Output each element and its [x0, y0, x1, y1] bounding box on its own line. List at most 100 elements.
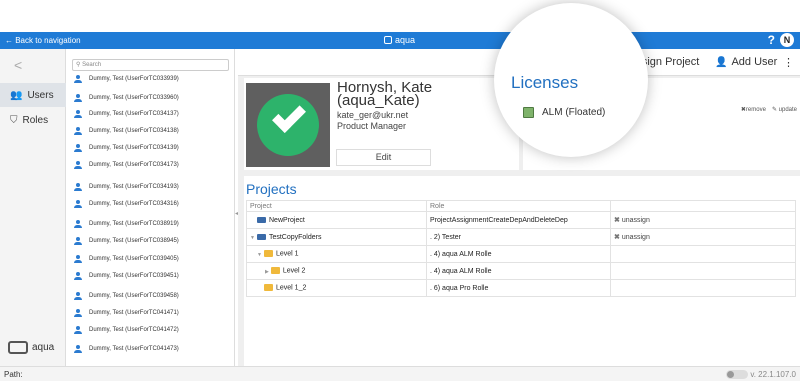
user-name: Dummy, Test (UserForTC041473) — [89, 345, 179, 352]
left-navigation: < 👥 Users ⛉ Roles aqua — [0, 49, 66, 366]
column-header-project: Project — [246, 200, 427, 212]
user-icon — [74, 219, 82, 228]
list-item[interactable]: Dummy, Test (UserForTC039451) — [74, 267, 179, 284]
user-name: Dummy, Test (UserForTC034139) — [89, 144, 179, 151]
column-header-role: Role — [426, 200, 611, 212]
more-options-button[interactable]: ⋮ — [783, 56, 794, 69]
close-icon: ✖ — [614, 217, 622, 224]
table-row[interactable]: ▶ Level 2 . 4) aqua ALM Rolle — [246, 262, 796, 280]
user-name: Dummy, Test (UserForTC034137) — [89, 110, 179, 117]
profile-card: Hornysh, Kate (aqua_Kate) kate_ger@ukr.n… — [244, 78, 519, 170]
project-role: . 2) Tester — [426, 228, 611, 246]
list-item[interactable]: Dummy, Test (UserForTC034139) — [74, 139, 179, 156]
user-list: ⚲ Search Dummy, Test (UserForTC033939) D… — [66, 49, 235, 366]
project-role: ProjectAssignmentCreateDepAndDeleteDep — [426, 211, 611, 229]
license-icon — [523, 107, 534, 118]
app-title: aqua — [384, 35, 415, 45]
folder-name: Level 1_2 — [276, 284, 307, 292]
list-item[interactable]: Dummy, Test (UserForTC033939) — [74, 70, 179, 87]
list-item[interactable]: Dummy, Test (UserForTC034138) — [74, 122, 179, 139]
licenses-magnifier-callout: Licenses ALM (Floated) — [494, 3, 648, 157]
user-name: Dummy, Test (UserForTC033939) — [89, 75, 179, 82]
list-item[interactable]: Dummy, Test (UserForTC041473) — [74, 340, 179, 357]
aqua-logo: aqua — [8, 341, 54, 354]
add-user-icon: 👤 — [715, 56, 728, 68]
user-icon — [74, 325, 82, 334]
user-icon — [74, 199, 82, 208]
projects-table: Project Role NewProject ProjectAssignmen… — [246, 200, 796, 297]
update-license-button[interactable]: ✎ update — [772, 106, 797, 113]
add-user-label: Add User — [731, 56, 778, 68]
list-item[interactable]: Dummy, Test (UserForTC041472) — [74, 321, 179, 338]
top-margin — [0, 0, 800, 32]
project-icon — [257, 216, 266, 223]
users-icon: 👥 — [10, 89, 23, 101]
list-item[interactable]: Dummy, Test (UserForTC041471) — [74, 304, 179, 321]
help-button[interactable]: ? — [768, 33, 775, 47]
nav-item-users[interactable]: 👥 Users — [0, 83, 66, 107]
edit-button[interactable]: Edit — [336, 149, 431, 166]
list-item[interactable]: Dummy, Test (UserForTC039405) — [74, 250, 179, 267]
search-placeholder: Search — [82, 62, 102, 68]
chevron-down-icon[interactable]: ▼ — [250, 235, 255, 241]
user-name: Dummy, Test (UserForTC039405) — [89, 255, 179, 262]
table-row[interactable]: ▼ Level 1 . 4) aqua ALM Rolle — [246, 245, 796, 263]
pencil-icon: ✎ — [771, 107, 779, 113]
chevron-down-icon[interactable]: ▼ — [257, 252, 262, 258]
nav-item-roles[interactable]: ⛉ Roles — [0, 108, 66, 132]
back-to-navigation-link[interactable]: ← Back to navigation — [5, 36, 81, 45]
table-row[interactable]: Level 1_2 . 6) aqua Pro Rolle — [246, 279, 796, 297]
list-item[interactable]: Dummy, Test (UserForTC038919) — [74, 215, 179, 232]
remove-license-button[interactable]: ✖remove — [741, 106, 766, 113]
folder-icon — [270, 267, 280, 275]
settings-toggle[interactable] — [726, 370, 748, 379]
project-action — [610, 279, 796, 297]
table-row[interactable]: ▼ TestCopyFolders . 2) Tester ✖ unassign — [246, 228, 796, 246]
unassign-button[interactable]: ✖ unassign — [614, 234, 650, 241]
list-item[interactable]: Dummy, Test (UserForTC034193) — [74, 178, 179, 195]
user-name: Dummy, Test (UserForTC041472) — [89, 326, 179, 333]
folder-icon — [264, 284, 273, 292]
nav-item-users-label: Users — [27, 89, 54, 101]
unassign-label: unassign — [621, 234, 650, 241]
aqua-logo-label: aqua — [32, 342, 55, 353]
license-item[interactable]: ALM (Floated) — [523, 107, 605, 118]
list-item[interactable]: Dummy, Test (UserForTC033960) — [74, 89, 179, 106]
user-icon — [74, 109, 82, 118]
remove-label: remove — [745, 107, 766, 113]
user-name: Dummy, Test (UserForTC039451) — [89, 272, 179, 279]
aqua-logo-icon — [8, 341, 28, 354]
folder-icon — [263, 250, 273, 258]
add-user-button[interactable]: 👤 Add User — [715, 56, 777, 68]
user-name: Dummy, Test (UserForTC038945) — [89, 237, 179, 244]
folder-name: Level 2 — [282, 267, 306, 275]
user-name: Dummy, Test (UserForTC034316) — [89, 200, 179, 207]
table-row[interactable]: NewProject ProjectAssignmentCreateDepAnd… — [246, 211, 796, 229]
collapse-nav-button[interactable]: < — [14, 57, 22, 73]
user-name: Dummy, Test (UserForTC034173) — [89, 161, 179, 168]
user-name: Dummy, Test (UserForTC041471) — [89, 309, 179, 316]
list-item[interactable]: Dummy, Test (UserForTC039458) — [74, 287, 179, 304]
search-icon: ⚲ — [76, 62, 81, 68]
list-item[interactable]: Dummy, Test (UserForTC038945) — [74, 232, 179, 249]
unassign-button[interactable]: ✖ unassign — [614, 217, 650, 224]
user-icon — [74, 271, 82, 280]
licenses-title: Licenses — [511, 73, 579, 92]
profile-login: (aqua_Kate) — [337, 92, 420, 109]
user-icon — [74, 143, 82, 152]
user-icon — [74, 74, 82, 83]
user-avatar-icon[interactable]: N — [780, 33, 794, 47]
list-item[interactable]: Dummy, Test (UserForTC034173) — [74, 156, 179, 173]
user-name: Dummy, Test (UserForTC039458) — [89, 292, 179, 299]
path-label: Path: — [4, 370, 23, 379]
status-bar: Path: v. 22.1.107.0 — [0, 366, 800, 381]
project-role: . 6) aqua Pro Rolle — [426, 279, 611, 297]
nav-item-roles-label: Roles — [22, 114, 49, 126]
list-item[interactable]: Dummy, Test (UserForTC034316) — [74, 195, 179, 212]
list-item[interactable]: Dummy, Test (UserForTC034137) — [74, 105, 179, 122]
profile-role: Product Manager — [337, 121, 407, 131]
user-name: Dummy, Test (UserForTC034138) — [89, 127, 179, 134]
chevron-right-icon[interactable]: ▶ — [265, 269, 269, 275]
aqua-app-icon — [384, 36, 392, 44]
license-label: ALM (Floated) — [542, 107, 606, 118]
